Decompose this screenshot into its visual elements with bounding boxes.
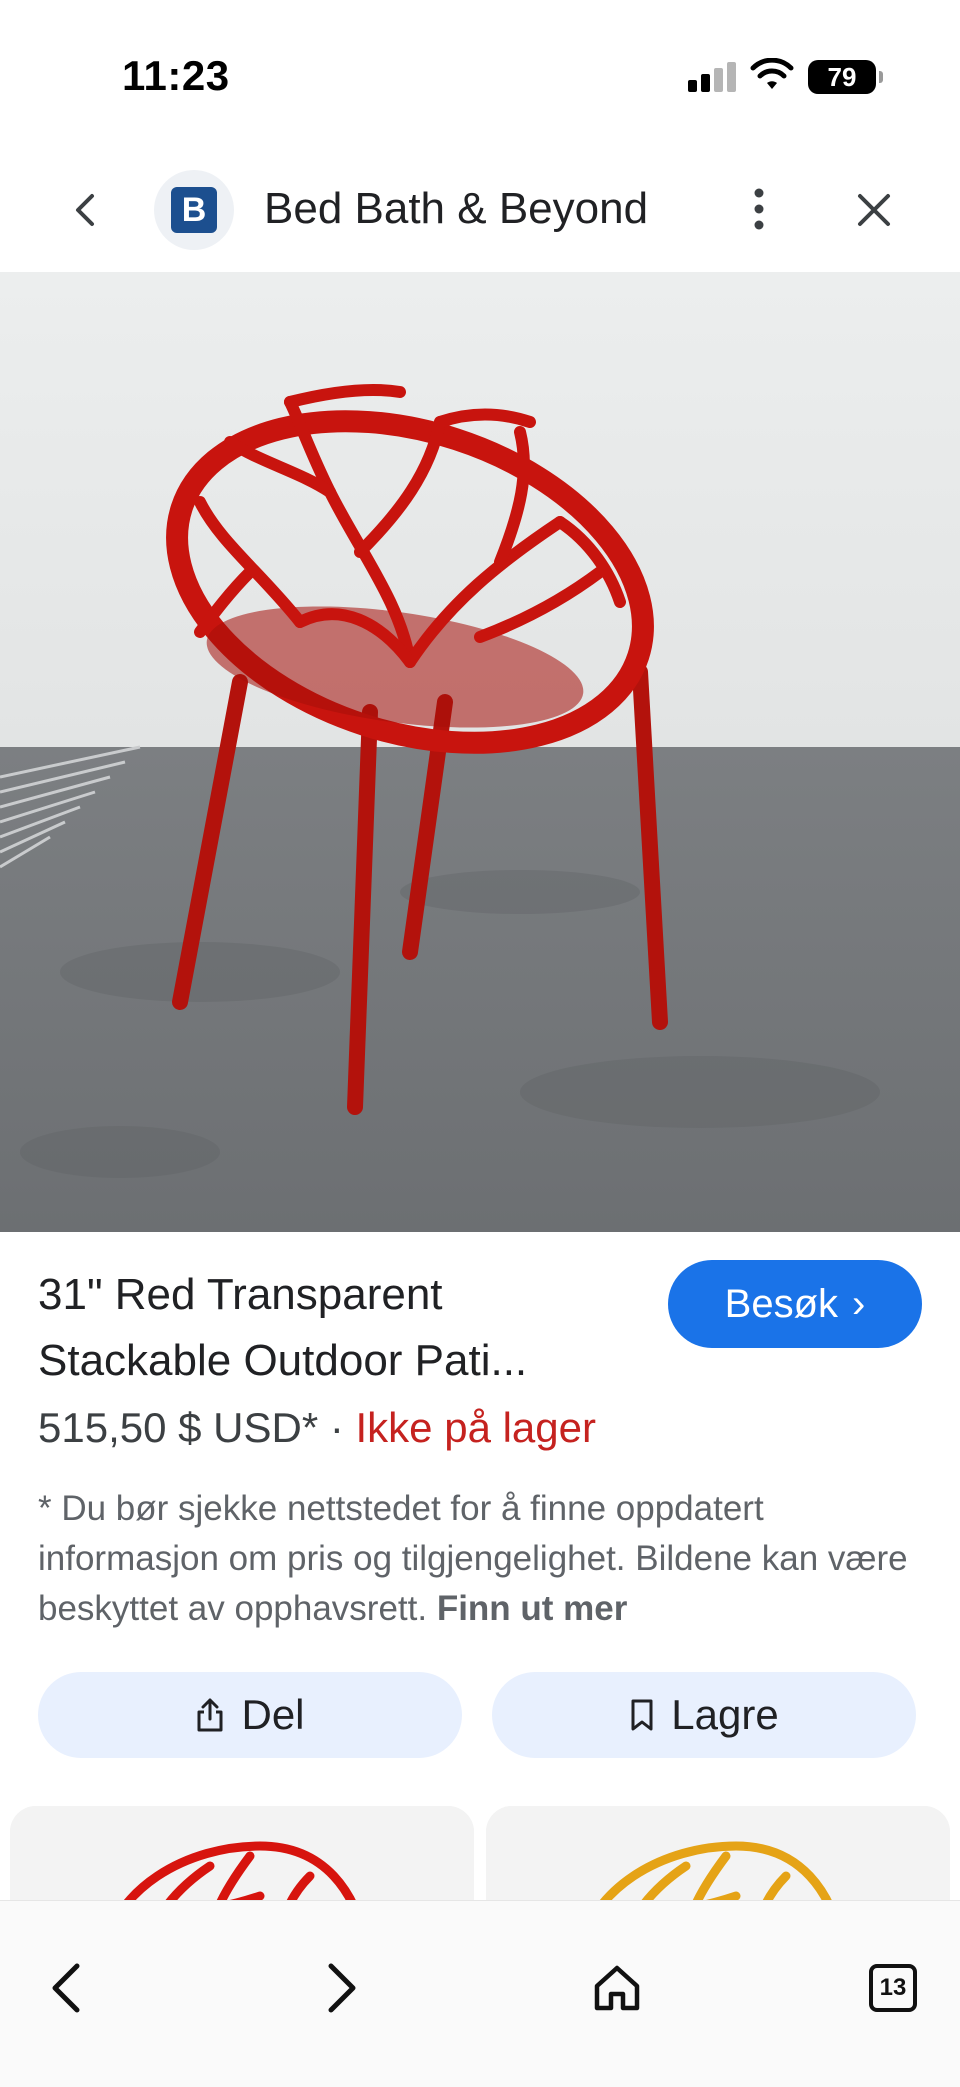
product-title[interactable]: 31" Red Transparent Stackable Outdoor Pa… (38, 1262, 638, 1394)
visit-button[interactable]: Besøk › (668, 1260, 922, 1348)
nav-forward-button[interactable] (306, 1953, 376, 2023)
home-button[interactable] (582, 1953, 652, 2023)
product-price: 515,50 $ USD* (38, 1404, 319, 1451)
battery-icon: 79 (808, 60, 883, 94)
more-options-icon[interactable] (740, 184, 778, 234)
back-chevron-icon[interactable] (64, 188, 108, 232)
status-bar: 11:23 79 (0, 0, 960, 150)
site-name: Bed Bath & Beyond (264, 184, 649, 233)
browser-toolbar: 13 (0, 1900, 960, 2087)
share-button[interactable]: Del (38, 1672, 462, 1758)
site-logo: B (154, 170, 234, 250)
visit-button-label: Besøk (724, 1281, 839, 1326)
chevron-right-icon: › (852, 1281, 866, 1326)
browser-header: B Bed Bath & Beyond (0, 150, 960, 272)
logo-letter: B (171, 187, 217, 233)
nav-back-button[interactable] (32, 1953, 102, 2023)
product-image[interactable] (0, 272, 960, 1232)
share-icon (197, 1698, 223, 1732)
stock-status: Ikke på lager (355, 1404, 596, 1451)
price-separator: · (318, 1404, 356, 1451)
share-button-label: Del (241, 1691, 305, 1738)
disclaimer: * Du bør sjekke nettstedet for å finne o… (38, 1484, 928, 1634)
cellular-signal-icon (688, 62, 738, 92)
clock: 11:23 (122, 52, 230, 99)
save-button-label: Lagre (671, 1691, 779, 1738)
wifi-icon (750, 58, 794, 89)
price-line: 515,50 $ USD* · Ikke på lager (38, 1404, 596, 1452)
forward-arrow-icon (328, 1963, 356, 2013)
tabs-button[interactable]: 13 (858, 1953, 928, 2023)
chair-illustration (0, 272, 960, 1232)
home-icon (594, 1965, 640, 2011)
battery-level: 79 (827, 61, 857, 92)
save-button[interactable]: Lagre (492, 1672, 916, 1758)
learn-more-link[interactable]: Finn ut mer (437, 1589, 628, 1628)
back-arrow-icon (52, 1963, 80, 2013)
close-icon[interactable] (852, 188, 896, 232)
tab-count: 13 (869, 1964, 917, 2012)
bookmark-icon (631, 1699, 653, 1731)
